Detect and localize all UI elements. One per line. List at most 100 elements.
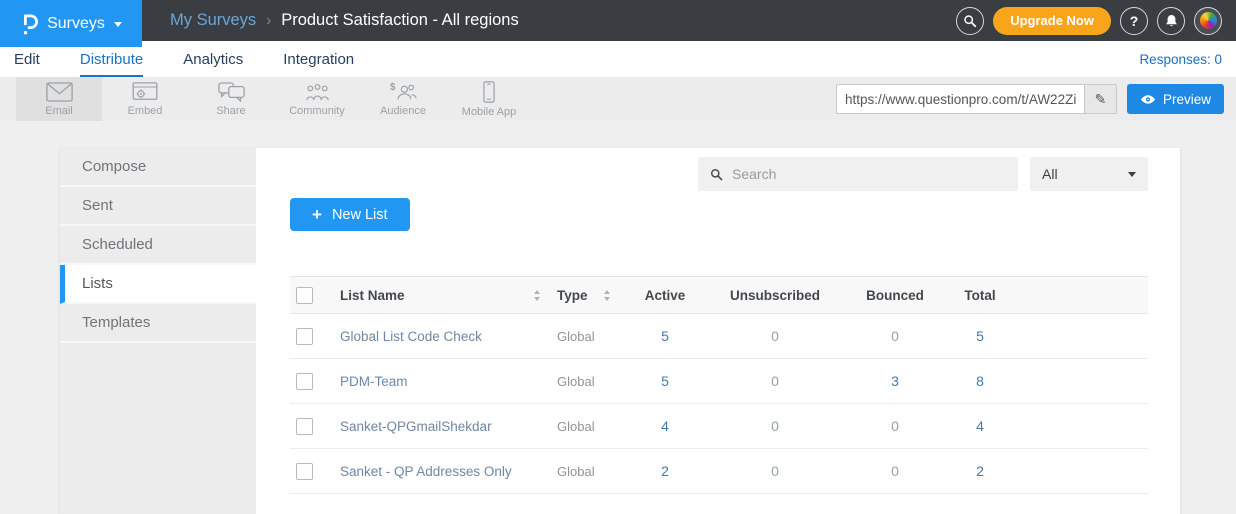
list-type: Global — [550, 329, 630, 344]
top-header: Surveys My Surveys › Product Satisfactio… — [0, 0, 1236, 41]
sidebar-item-scheduled[interactable]: Scheduled — [60, 226, 256, 265]
total-count-link[interactable]: 8 — [976, 373, 984, 389]
active-count-link[interactable]: 5 — [661, 373, 669, 389]
preview-label: Preview — [1163, 92, 1211, 107]
preview-button[interactable]: Preview — [1127, 84, 1224, 114]
column-active: Active — [630, 288, 700, 303]
bounced-count-link[interactable]: 3 — [891, 373, 899, 389]
bounced-count-link[interactable]: 0 — [891, 328, 899, 344]
column-bounced: Bounced — [850, 288, 940, 303]
product-switcher[interactable]: Surveys — [0, 0, 142, 47]
list-name-link[interactable]: Sanket - QP Addresses Only — [340, 464, 512, 479]
channel-mobile-app[interactable]: Mobile App — [446, 77, 532, 121]
active-count-link[interactable]: 2 — [661, 463, 669, 479]
product-switcher-label: Surveys — [47, 15, 105, 33]
unsubscribed-count-link[interactable]: 0 — [771, 328, 779, 344]
sidebar-item-compose[interactable]: Compose — [60, 148, 256, 187]
column-total: Total — [940, 288, 1020, 303]
unsubscribed-count-link[interactable]: 0 — [771, 373, 779, 389]
table-row: Global List Code Check Global 5 0 0 5 — [290, 314, 1148, 359]
plus-icon: + — [312, 205, 322, 225]
svg-text:$: $ — [390, 82, 396, 93]
list-type: Global — [550, 464, 630, 479]
channel-share[interactable]: Share — [188, 77, 274, 121]
pencil-icon: ✎ — [1095, 91, 1107, 107]
unsubscribed-count-link[interactable]: 0 — [771, 418, 779, 434]
list-name-link[interactable]: PDM-Team — [340, 374, 408, 389]
list-filter-value: All — [1042, 166, 1058, 182]
responses-count: Responses: 0 — [1139, 52, 1222, 67]
mobile-app-icon — [483, 81, 495, 103]
row-checkbox[interactable] — [296, 328, 313, 345]
total-count-link[interactable]: 4 — [976, 418, 984, 434]
tab-integration[interactable]: Integration — [283, 41, 354, 77]
search-icon — [710, 168, 723, 181]
list-name-link[interactable]: Global List Code Check — [340, 329, 482, 344]
row-checkbox[interactable] — [296, 373, 313, 390]
search-button[interactable] — [956, 7, 984, 35]
sidebar-item-templates[interactable]: Templates — [60, 304, 256, 343]
profile-logo-icon — [1200, 12, 1217, 29]
help-button[interactable]: ? — [1120, 7, 1148, 35]
email-panel: Compose Sent Scheduled Lists Templates A… — [60, 148, 1180, 514]
notifications-button[interactable] — [1157, 7, 1185, 35]
column-unsubscribed: Unsubscribed — [700, 288, 850, 303]
table-row: Sanket-QPGmailShekdar Global 4 0 0 4 — [290, 404, 1148, 449]
sort-type-icon[interactable] — [604, 290, 610, 301]
new-list-label: New List — [332, 207, 388, 223]
sidebar-item-sent[interactable]: Sent — [60, 187, 256, 226]
active-count-link[interactable]: 5 — [661, 328, 669, 344]
page-content: Compose Sent Scheduled Lists Templates A… — [0, 121, 1236, 514]
channel-email[interactable]: Email — [16, 77, 102, 121]
tab-analytics[interactable]: Analytics — [183, 41, 243, 77]
list-filter-dropdown[interactable]: All — [1030, 157, 1148, 191]
upgrade-now-button[interactable]: Upgrade Now — [993, 7, 1111, 35]
edit-url-button[interactable]: ✎ — [1084, 84, 1117, 114]
chevron-down-icon — [1128, 172, 1136, 177]
list-type: Global — [550, 374, 630, 389]
breadcrumb-separator-icon: › — [266, 12, 271, 29]
row-checkbox[interactable] — [296, 463, 313, 480]
sidebar-item-lists[interactable]: Lists — [60, 265, 256, 304]
filter-row: All — [290, 157, 1148, 191]
table-row: Sanket - QP Addresses Only Global 2 0 0 … — [290, 449, 1148, 494]
question-mark-icon: ? — [1130, 13, 1139, 29]
row-checkbox[interactable] — [296, 418, 313, 435]
table-header: List Name Type Active Unsubscribed Bounc… — [290, 276, 1148, 314]
channel-audience[interactable]: $ Audience — [360, 77, 446, 121]
email-sidebar: Compose Sent Scheduled Lists Templates — [60, 148, 256, 514]
channel-label: Community — [289, 105, 345, 117]
survey-url-input[interactable] — [836, 84, 1084, 114]
new-list-button[interactable]: + New List — [290, 198, 410, 231]
sort-list-name-icon[interactable] — [534, 290, 540, 301]
lists-table: List Name Type Active Unsubscribed Bounc… — [290, 276, 1148, 494]
community-icon — [304, 82, 331, 102]
bounced-count-link[interactable]: 0 — [891, 463, 899, 479]
bell-icon — [1165, 14, 1178, 28]
table-row: PDM-Team Global 5 0 3 8 — [290, 359, 1148, 404]
channel-embed[interactable]: Embed — [102, 77, 188, 121]
unsubscribed-count-link[interactable]: 0 — [771, 463, 779, 479]
avatar[interactable] — [1194, 7, 1222, 35]
select-all-checkbox[interactable] — [296, 287, 313, 304]
channel-label: Mobile App — [462, 106, 516, 118]
chevron-down-icon — [114, 22, 122, 27]
list-name-link[interactable]: Sanket-QPGmailShekdar — [340, 419, 492, 434]
distribute-toolbar: Email Embed Share Community $ Audience — [0, 77, 1236, 121]
total-count-link[interactable]: 2 — [976, 463, 984, 479]
table-body: Global List Code Check Global 5 0 0 5 PD… — [290, 314, 1148, 494]
active-count-link[interactable]: 4 — [661, 418, 669, 434]
channel-community[interactable]: Community — [274, 77, 360, 121]
search-box — [698, 157, 1018, 191]
embed-icon — [132, 82, 158, 102]
search-input[interactable] — [732, 166, 1006, 182]
column-type: Type — [557, 288, 588, 303]
column-list-name: List Name — [340, 288, 405, 303]
breadcrumb-my-surveys-link[interactable]: My Surveys — [170, 11, 256, 30]
list-type: Global — [550, 419, 630, 434]
email-icon — [46, 82, 73, 102]
channel-label: Embed — [128, 105, 163, 117]
bounced-count-link[interactable]: 0 — [891, 418, 899, 434]
search-icon — [963, 14, 977, 28]
total-count-link[interactable]: 5 — [976, 328, 984, 344]
